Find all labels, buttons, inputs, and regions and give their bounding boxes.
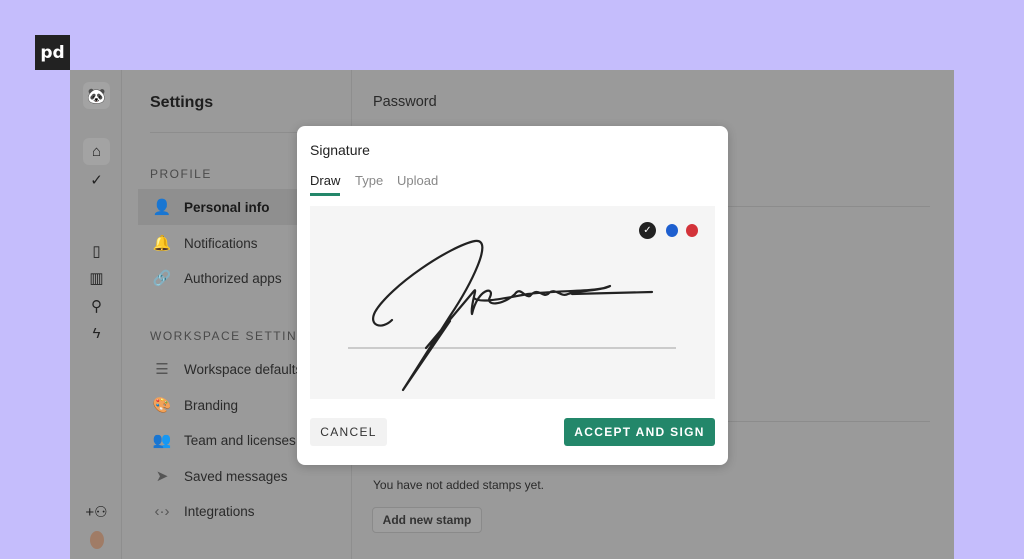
item-label: Notifications bbox=[184, 235, 258, 251]
item-label: Authorized apps bbox=[184, 270, 282, 286]
home-icon[interactable]: ⌂ bbox=[83, 138, 110, 165]
password-label: Password bbox=[373, 94, 437, 110]
pandadoc-logo: pd bbox=[35, 35, 70, 70]
tab-type[interactable]: Type bbox=[355, 173, 383, 193]
tab-draw[interactable]: Draw bbox=[310, 173, 341, 196]
chart-icon[interactable]: ▥ bbox=[83, 264, 110, 291]
profile-header: PROFILE bbox=[150, 167, 212, 181]
settings-title: Settings bbox=[150, 94, 214, 111]
item-label: Branding bbox=[184, 397, 239, 413]
accept-and-sign-button[interactable]: ACCEPT AND SIGN bbox=[564, 418, 715, 446]
people-icon: 👥 bbox=[152, 432, 172, 449]
modal-title: Signature bbox=[310, 142, 370, 158]
stamps-empty-text: You have not added stamps yet. bbox=[373, 478, 545, 492]
bell-icon: 🔔 bbox=[152, 235, 172, 252]
document-icon[interactable]: ▯ bbox=[83, 237, 110, 264]
code-icon: ‹·› bbox=[154, 502, 170, 520]
item-label: Saved messages bbox=[184, 468, 288, 484]
contact-icon[interactable]: ⚲ bbox=[83, 292, 110, 319]
link-icon: 🔗 bbox=[152, 270, 172, 287]
signature-canvas[interactable]: ✓ bbox=[310, 206, 715, 399]
palette-icon: 🎨 bbox=[152, 397, 172, 414]
cancel-button[interactable]: CANCEL bbox=[310, 418, 387, 446]
item-label: Integrations bbox=[184, 503, 255, 519]
tab-upload[interactable]: Upload bbox=[397, 173, 438, 193]
lightning-icon[interactable]: ϟ bbox=[83, 320, 110, 347]
send-icon: ➤ bbox=[155, 468, 169, 485]
sliders-icon: ☰ bbox=[155, 361, 169, 378]
workspace-header: WORKSPACE SETTINGS bbox=[150, 329, 318, 343]
sidebar-item-integrations[interactable]: ‹·› Integrations bbox=[138, 493, 352, 529]
item-label: Team and licenses bbox=[184, 432, 296, 448]
add-user-icon[interactable]: +⚇ bbox=[83, 498, 110, 525]
item-label: Workspace defaults bbox=[184, 361, 303, 377]
person-icon: 👤 bbox=[152, 199, 172, 216]
panda-logo-icon[interactable]: 🐼 bbox=[83, 82, 110, 109]
item-label: Personal info bbox=[184, 199, 270, 215]
check-circle-icon[interactable]: ✓ bbox=[83, 166, 110, 193]
signature-drawing bbox=[348, 239, 676, 392]
add-stamp-button[interactable]: Add new stamp bbox=[372, 507, 482, 533]
icon-rail: 🐼 ⌂ ✓ ▯ ▥ ⚲ ϟ +⚇ bbox=[70, 70, 122, 559]
user-avatar[interactable] bbox=[83, 526, 110, 553]
signature-stroke bbox=[372, 239, 654, 392]
signature-modal: Signature Draw Type Upload ✓ CANCEL ACCE… bbox=[297, 126, 728, 465]
